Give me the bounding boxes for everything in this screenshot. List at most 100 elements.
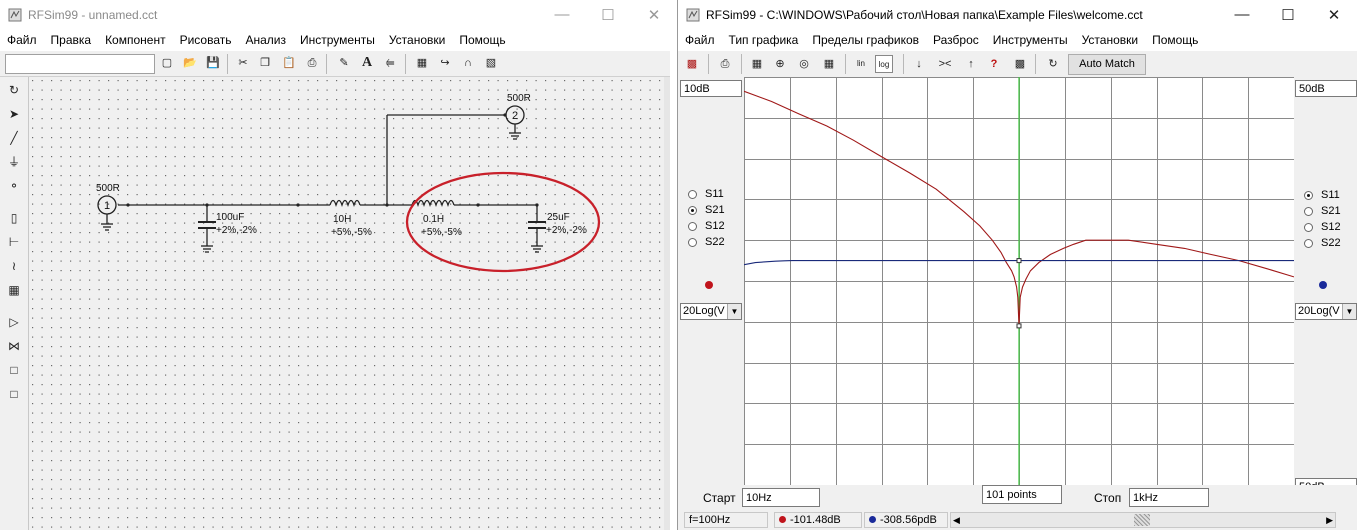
right-param-s12-radio[interactable] xyxy=(1304,223,1313,232)
minimize-icon[interactable]: — xyxy=(1230,6,1254,23)
tool-icon[interactable]: ↪ xyxy=(436,54,454,72)
close-icon[interactable]: ✕ xyxy=(642,6,666,24)
resistor-icon[interactable]: ▯ xyxy=(6,209,22,227)
inductor-tool-icon[interactable]: ∩ xyxy=(459,54,477,72)
schematic-vscroll[interactable] xyxy=(664,77,670,530)
menu-graph-limits[interactable]: Пределы графиков xyxy=(805,31,926,51)
transmission-line-icon[interactable]: ▦ xyxy=(6,281,22,299)
zoom-in-icon[interactable]: >< xyxy=(936,55,954,73)
left-param-s22-radio[interactable] xyxy=(688,238,697,247)
menu-edit[interactable]: Правка xyxy=(44,31,99,51)
maximize-icon[interactable]: ☐ xyxy=(596,6,620,24)
help-icon[interactable]: ? xyxy=(985,55,1003,73)
left-format-select[interactable]: 20Log(V ▼ xyxy=(680,303,742,320)
minimize-icon[interactable]: — xyxy=(550,6,574,23)
menu-file[interactable]: Файл xyxy=(0,31,44,51)
right-trace-color-dot xyxy=(1319,281,1327,289)
arrow-down-icon[interactable]: ↓ xyxy=(910,55,928,73)
port1-icon[interactable]: □ xyxy=(6,361,22,379)
smith-chart-icon[interactable]: ⊕ xyxy=(771,55,789,73)
arrow-up-icon[interactable]: ↑ xyxy=(962,55,980,73)
maximize-icon[interactable]: ☐ xyxy=(1276,6,1300,24)
junction xyxy=(296,203,300,207)
scroll-right-icon[interactable]: ▶ xyxy=(1326,513,1333,527)
right-param-s11-radio[interactable] xyxy=(1304,191,1313,200)
right-param-s21-radio[interactable] xyxy=(1304,207,1313,216)
rotate-icon[interactable]: ↻ xyxy=(6,81,22,99)
graph-window: RFSim99 - C:\WINDOWS\Рабочий стол\Новая … xyxy=(677,0,1357,530)
status-frequency-text: f=100Hz xyxy=(689,514,731,526)
auto-match-button[interactable]: Auto Match xyxy=(1068,54,1146,75)
calculator-icon[interactable]: ▦ xyxy=(413,54,431,72)
rect-graph-icon[interactable]: ▦ xyxy=(748,55,766,73)
menu-component[interactable]: Компонент xyxy=(98,31,173,51)
ground-icon[interactable]: ⏚ xyxy=(6,153,22,171)
inductor-icon[interactable]: ≀ xyxy=(6,257,22,275)
right-param-s22-radio[interactable] xyxy=(1304,239,1313,248)
spread-icon[interactable]: ▩ xyxy=(1011,55,1029,73)
menu-help[interactable]: Помощь xyxy=(452,31,512,51)
right-format-select[interactable]: 20Log(V ▼ xyxy=(1295,303,1357,320)
polar-chart-icon[interactable]: ◎ xyxy=(795,55,813,73)
right-param-s22-label: S22 xyxy=(1321,237,1341,249)
menu-tools[interactable]: Инструменты xyxy=(293,31,382,51)
open-icon[interactable]: 📂 xyxy=(181,54,199,72)
pointer-icon[interactable]: ➤ xyxy=(6,105,22,123)
print-icon[interactable]: ⎙ xyxy=(716,55,734,73)
amplifier-icon[interactable]: ▷ xyxy=(6,313,22,331)
transformer-icon[interactable]: ⋈ xyxy=(6,337,22,355)
wire-icon[interactable]: ╱ xyxy=(6,129,22,147)
menu-bar: Файл Правка Компонент Рисовать Анализ Инструм… xyxy=(0,31,670,51)
left-scale-field[interactable]: 10dB xyxy=(680,80,742,97)
line-tool-icon[interactable]: ⥢ xyxy=(381,54,399,72)
scroll-thumb[interactable] xyxy=(1134,514,1150,526)
window-title: RFSim99 - unnamed.cct xyxy=(28,8,158,22)
menu-settings[interactable]: Установки xyxy=(382,31,452,51)
text-tool-icon[interactable]: A xyxy=(358,54,376,72)
port2-icon[interactable]: □ xyxy=(6,385,22,403)
print-icon[interactable]: ⎙ xyxy=(303,54,321,72)
menu-analysis[interactable]: Анализ xyxy=(239,31,294,51)
lin-scale-icon[interactable]: lin xyxy=(852,55,870,73)
schematic-canvas[interactable]: 1 2 500R 500R 100uF +2%,-2% 10H +5%,-5% … xyxy=(29,77,663,530)
graph-titlebar[interactable]: RFSim99 - C:\WINDOWS\Рабочий стол\Новая … xyxy=(678,0,1357,31)
left-param-s11-radio[interactable] xyxy=(688,190,697,199)
capacitor-icon[interactable]: ⊢ xyxy=(6,233,22,251)
menu-draw[interactable]: Рисовать xyxy=(173,31,239,51)
new-icon[interactable]: ▢ xyxy=(158,54,176,72)
log-scale-icon[interactable]: log xyxy=(875,55,893,73)
table-icon[interactable]: ▦ xyxy=(820,55,838,73)
refresh-icon[interactable]: ↻ xyxy=(1044,55,1062,73)
export-icon[interactable]: ▩ xyxy=(683,55,701,73)
menu-settings[interactable]: Установки xyxy=(1075,31,1145,51)
close-icon[interactable]: ✕ xyxy=(1322,6,1346,24)
probe-icon[interactable]: ⚬ xyxy=(6,177,22,195)
menu-tools[interactable]: Инструменты xyxy=(986,31,1075,51)
stop-frequency-input[interactable]: 1kHz xyxy=(1129,488,1209,507)
menu-graph-type[interactable]: Тип графика xyxy=(722,31,806,51)
scroll-left-icon[interactable]: ◀ xyxy=(953,513,960,527)
right-param-s11-label: S11 xyxy=(1321,189,1340,201)
menu-help[interactable]: Помощь xyxy=(1145,31,1205,51)
toolbar-separator xyxy=(326,54,327,74)
marker-point-2 xyxy=(1016,258,1022,264)
schematic-titlebar[interactable]: RFSim99 - unnamed.cct — ☐ ✕ xyxy=(0,0,670,31)
copy-icon[interactable]: ❐ xyxy=(256,54,274,72)
left-trace-color-dot xyxy=(705,281,713,289)
left-param-s21-radio[interactable] xyxy=(688,206,697,215)
response-plot[interactable] xyxy=(744,77,1294,485)
status-frequency: f=100Hz xyxy=(684,512,768,528)
left-param-s12-radio[interactable] xyxy=(688,222,697,231)
menu-spread[interactable]: Разброс xyxy=(926,31,986,51)
start-frequency-input[interactable]: 10Hz xyxy=(742,488,820,507)
points-input[interactable]: 101 points xyxy=(982,485,1062,504)
menu-file[interactable]: Файл xyxy=(678,31,722,51)
left-param-s22-label: S22 xyxy=(705,236,725,248)
wire-tool-icon[interactable]: ✎ xyxy=(335,54,353,72)
save-icon[interactable]: 💾 xyxy=(204,54,222,72)
paste-icon[interactable]: 📋 xyxy=(280,54,298,72)
crystal-tool-icon[interactable]: ▧ xyxy=(482,54,500,72)
frequency-scrollbar[interactable]: ◀ ▶ xyxy=(950,512,1336,528)
cut-icon[interactable]: ✂ xyxy=(234,54,252,72)
right-scale-field[interactable]: 50dB xyxy=(1295,80,1357,97)
